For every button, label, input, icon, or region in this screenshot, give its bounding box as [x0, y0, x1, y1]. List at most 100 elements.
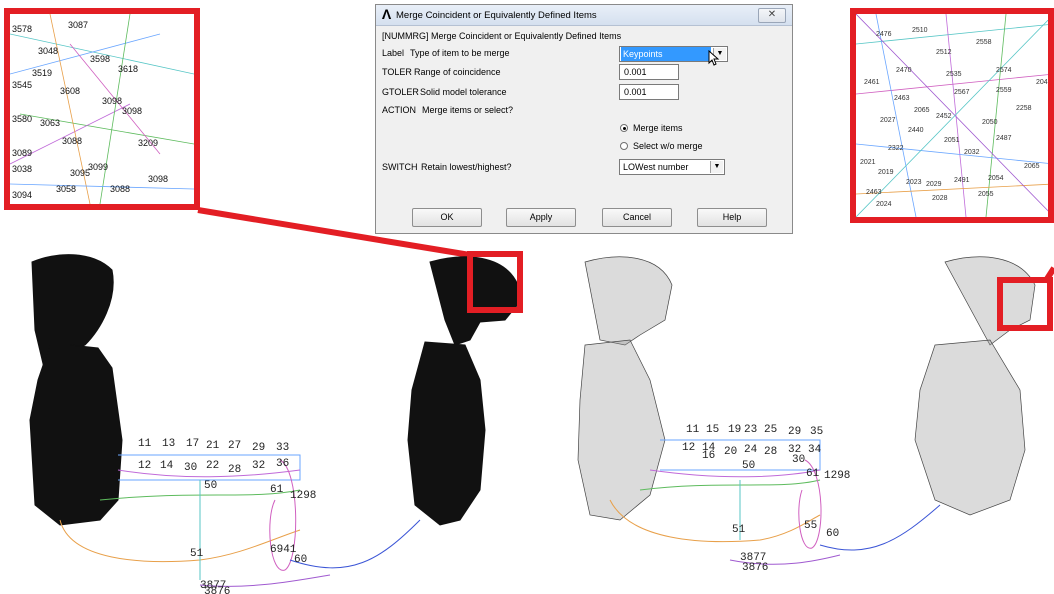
switch-key: SWITCH	[382, 162, 418, 172]
action-key: ACTION	[382, 105, 417, 115]
left-model-node-label: 51	[190, 548, 204, 560]
toler-key: TOLER	[382, 67, 412, 77]
merge-items-label: Merge items	[633, 123, 683, 133]
right-inset-node-label: 2487	[996, 135, 1012, 142]
left-inset-node-label: 3063	[40, 118, 60, 128]
right-inset-node-label: 2024	[876, 201, 892, 208]
left-inset-node-label: 3209	[138, 138, 158, 148]
help-button[interactable]: Help	[697, 208, 767, 227]
close-button[interactable]: ✕	[758, 8, 786, 23]
right-inset-node-label: 2491	[954, 177, 970, 184]
right-model-node-label: 28	[764, 446, 777, 458]
left-model-labels: 11 13 17 21 27 29 33 12 14 30 22 28 32 36 50 61 1298 51 69…	[138, 438, 316, 594]
right-inset-node-label: 2019	[878, 169, 894, 176]
right-inset-node-label: 2463	[894, 95, 910, 102]
left-inset-node-label: 3058	[56, 184, 76, 194]
left-inset-node-label: 3545	[12, 80, 32, 90]
right-inset-node-label: 2065	[1024, 163, 1040, 170]
title-bar[interactable]: Λ Merge Coincident or Equivalently Defin…	[376, 5, 792, 26]
left-model-node-label: 17	[186, 438, 199, 450]
dialog-title: Merge Coincident or Equivalently Defined…	[396, 10, 597, 21]
right-inset-node-label: 2032	[964, 149, 980, 156]
right-inset-node-label: 2559	[996, 87, 1012, 94]
left-inset-node-label: 3580	[12, 114, 32, 124]
left-model-node-label: 13	[162, 438, 175, 450]
right-model-node-label: 29	[788, 426, 801, 438]
left-inset-node-label: 3598	[90, 54, 110, 64]
left-model-node-label: 29	[252, 442, 265, 454]
right-model-node-label: 11	[686, 424, 700, 436]
right-inset-node-label: 2476	[876, 31, 892, 38]
left-model-node-label: 30	[184, 462, 197, 474]
right-model-node-label: 34	[808, 444, 822, 456]
right-inset-node-label: 2065	[914, 107, 930, 114]
right-inset-node-label: 2567	[954, 89, 970, 96]
right-model-node-label: 61	[806, 468, 820, 480]
left-model-node-label: 14	[160, 460, 174, 472]
left-inset-node-label: 3608	[60, 86, 80, 96]
right-model-node-label: 15	[706, 424, 719, 436]
right-inset-node-label: 2535	[946, 71, 962, 78]
gtoler-key: GTOLER	[382, 87, 419, 97]
right-inset-node-label: 2322	[888, 145, 904, 152]
left-inset-node-label: 3098	[102, 96, 122, 106]
right-model-node-label: 30	[792, 454, 805, 466]
label-dropdown-value: Keypoints	[621, 47, 711, 61]
left-model-node-label: 60	[294, 554, 307, 566]
left-inset-node-label: 3038	[12, 164, 32, 174]
right-zoom-inset: 2510 2476 2512 2558 2470 2535 2574 2461 2463 2567…	[850, 8, 1054, 223]
left-model-node-label: 6941	[270, 544, 297, 556]
mouse-cursor-icon	[708, 50, 720, 66]
switch-desc: Retain lowest/highest?	[421, 162, 512, 172]
left-inset-node-label: 3618	[118, 64, 138, 74]
right-model-node-label: 20	[724, 446, 737, 458]
right-model-node-label: 19	[728, 424, 741, 436]
right-inset-node-label: 2028	[932, 195, 948, 202]
apply-button[interactable]: Apply	[506, 208, 576, 227]
right-inset-node-label: 2510	[912, 27, 928, 34]
left-model-node-label: 33	[276, 442, 289, 454]
right-inset-node-label: 2470	[896, 67, 912, 74]
gtoler-input[interactable]: 0.001	[619, 84, 679, 100]
select-without-merge-radio[interactable]	[620, 142, 628, 150]
right-model-node-label: 60	[826, 528, 839, 540]
left-inset-node-label: 3089	[12, 148, 32, 158]
right-inset-node-label: 2440	[908, 127, 924, 134]
left-model-node-label: 3876	[204, 586, 230, 594]
left-model-node-label: 32	[252, 460, 265, 472]
left-model-node-label: 28	[228, 464, 241, 476]
cancel-button[interactable]: Cancel	[602, 208, 672, 227]
left-zoom-inset: 3578 3087 3048 3598 3519 3545 3608 3098 3618 3098…	[4, 8, 200, 210]
left-inset-node-label: 3088	[110, 184, 130, 194]
label-key: Label	[382, 48, 405, 58]
ok-button[interactable]: OK	[412, 208, 482, 227]
left-inset-node-label: 3578	[12, 24, 32, 34]
right-inset-node-label: 2452	[936, 113, 952, 120]
right-inset-node-label: 2054	[988, 175, 1004, 182]
right-inset-node-label: 2258	[1016, 105, 1032, 112]
left-model-node-label: 36	[276, 458, 289, 470]
right-inset-node-label: 2558	[976, 39, 992, 46]
switch-dropdown-value: LOWest number	[623, 162, 689, 172]
toler-desc: Range of coincidence	[414, 67, 501, 77]
switch-dropdown[interactable]: LOWest number ▼	[619, 159, 725, 175]
left-model-node-label: 1298	[290, 490, 316, 502]
left-model-node-label: 50	[204, 480, 217, 492]
merge-items-radio[interactable]	[620, 124, 628, 132]
toler-input[interactable]: 0.001	[619, 64, 679, 80]
right-model-node-label: 51	[732, 524, 746, 536]
right-model-node-label: 24	[744, 444, 758, 456]
right-inset-node-label: 2463	[866, 189, 882, 196]
select-without-merge-label: Select w/o merge	[633, 141, 703, 151]
gtoler-desc: Solid model tolerance	[420, 87, 507, 97]
left-inset-node-label: 3048	[38, 46, 58, 56]
right-model-node-label: 3876	[742, 562, 768, 574]
left-inset-node-label: 3094	[12, 190, 32, 200]
right-inset-node-label: 2050	[982, 119, 998, 126]
right-model-node-label: 25	[764, 424, 777, 436]
right-model-node-label: 12	[682, 442, 695, 454]
right-inset-node-label: 2029	[926, 181, 942, 188]
left-inset-node-label: 3088	[62, 136, 82, 146]
right-model-node-label: 55	[804, 520, 817, 532]
left-inset-node-label: 3099	[88, 162, 108, 172]
